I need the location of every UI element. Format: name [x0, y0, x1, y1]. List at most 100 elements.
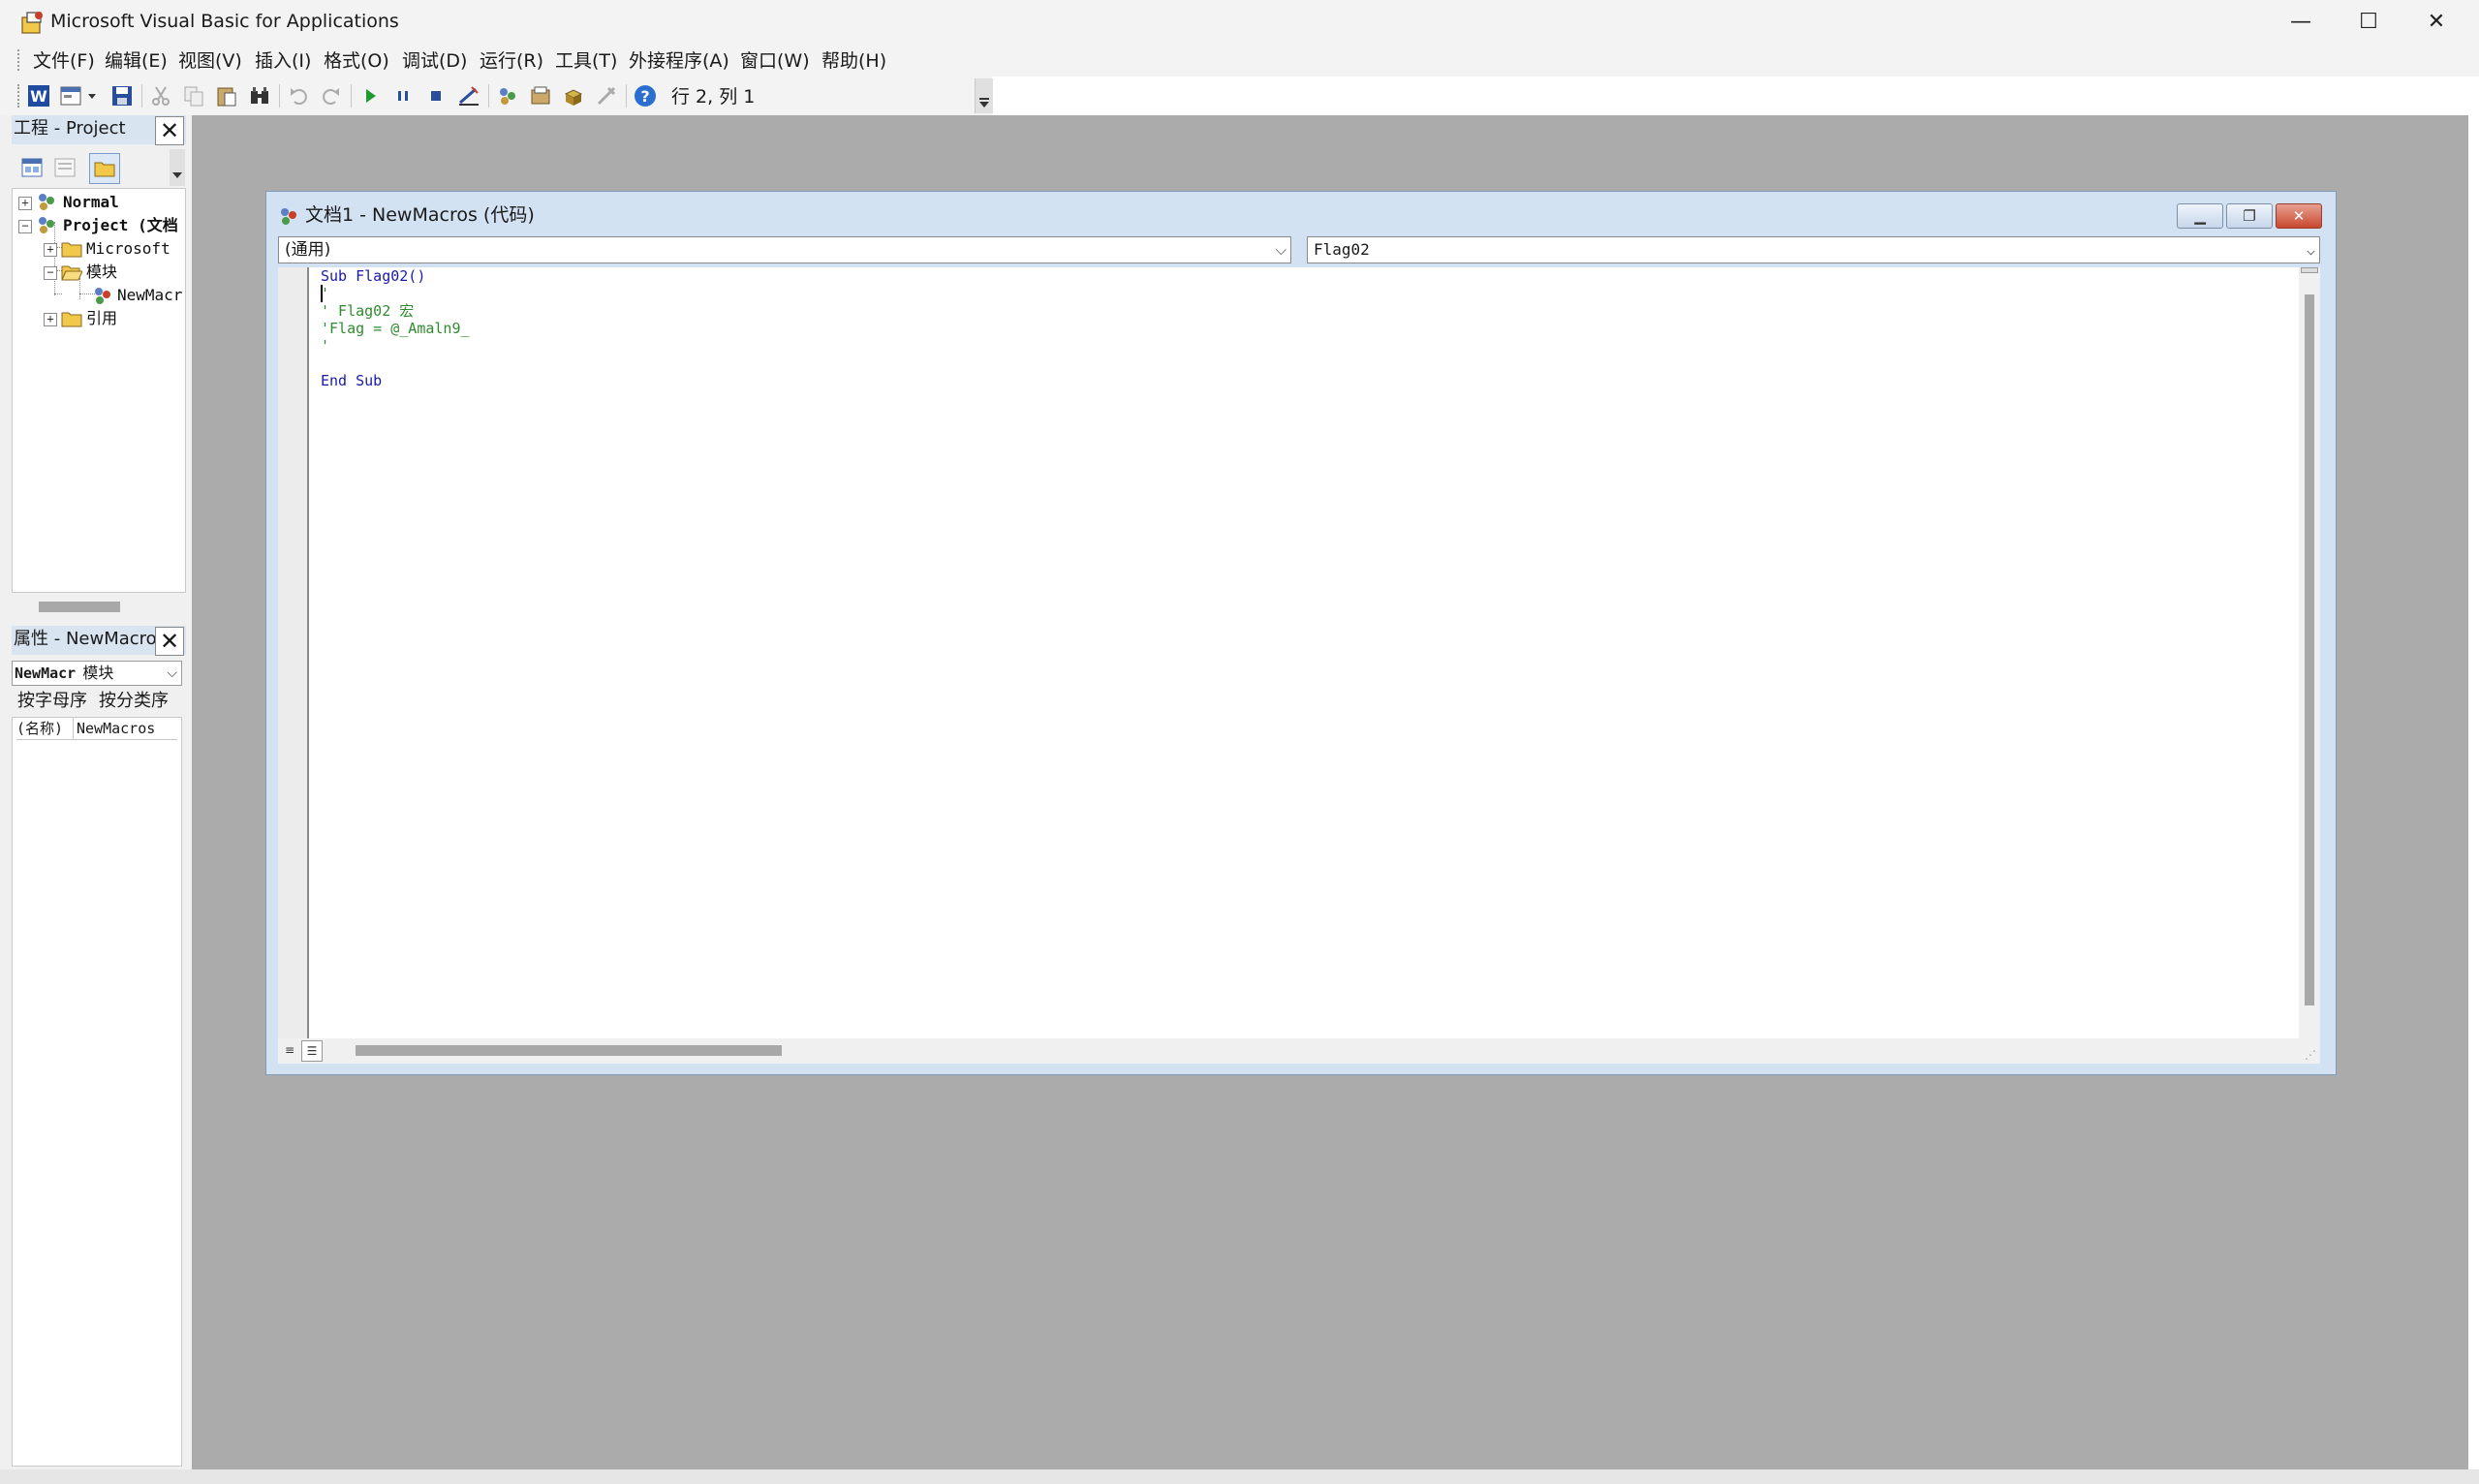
- menu-help[interactable]: 帮助(H): [821, 49, 886, 73]
- reset-icon[interactable]: [422, 82, 449, 109]
- code-margin-indicator-bar[interactable]: [278, 267, 309, 1038]
- svg-text:W: W: [30, 87, 47, 106]
- help-icon[interactable]: ?: [632, 82, 659, 109]
- code-horizontal-scrollbar-thumb[interactable]: [356, 1045, 782, 1056]
- tree-toggle[interactable]: +: [44, 313, 57, 326]
- project-explorer-icon[interactable]: [494, 82, 521, 109]
- vba-app-icon: [21, 12, 43, 34]
- code-window-restore-icon[interactable]: ❐: [2226, 203, 2273, 229]
- property-row[interactable]: (名称) NewMacros: [16, 718, 177, 740]
- full-module-view-icon[interactable]: ☰: [301, 1040, 323, 1062]
- tab-categorized[interactable]: 按分类序: [99, 688, 169, 715]
- save-icon[interactable]: [108, 82, 136, 109]
- menu-tools[interactable]: 工具(T): [555, 49, 617, 73]
- code-window-minimize-icon[interactable]: ▁: [2177, 203, 2223, 229]
- menu-bar: 文件(F) 编辑(E) 视图(V) 插入(I) 格式(O) 调试(D) 运行(R…: [0, 44, 2479, 77]
- view-object-icon[interactable]: [50, 153, 79, 182]
- properties-panel-close-icon[interactable]: ✕: [155, 627, 184, 656]
- minimize-button[interactable]: —: [2267, 0, 2335, 44]
- procedure-combo[interactable]: Flag02 ⌵: [1307, 236, 2320, 263]
- resize-grip-icon[interactable]: ⋰: [2305, 1048, 2316, 1062]
- properties-icon[interactable]: [527, 82, 554, 109]
- copy-icon[interactable]: [180, 82, 207, 109]
- undo-icon[interactable]: [285, 82, 312, 109]
- close-button[interactable]: ✕: [2402, 0, 2470, 44]
- code-window-close-icon[interactable]: ✕: [2276, 203, 2322, 229]
- menu-debug[interactable]: 调试(D): [402, 49, 467, 73]
- bottom-status-strip: [0, 1469, 2479, 1484]
- split-bar[interactable]: [2301, 267, 2318, 273]
- folder-icon: [61, 242, 82, 258]
- chevron-down-icon: ⌵: [167, 665, 177, 681]
- paste-icon[interactable]: [213, 82, 240, 109]
- menu-insert[interactable]: 插入(I): [255, 49, 311, 73]
- toolbar-separator: [279, 84, 280, 108]
- property-name: (名称): [16, 718, 74, 739]
- project-toolbar-overflow[interactable]: [170, 149, 185, 186]
- properties-object-select[interactable]: NewMacr 模块 ⌵: [12, 661, 182, 686]
- menu-file[interactable]: 文件(F): [33, 49, 95, 73]
- object-combo[interactable]: (通用) ⌵: [278, 236, 1291, 263]
- scrollbar-thumb[interactable]: [2305, 294, 2314, 1005]
- code-editor[interactable]: Sub Flag02() ' ' Flag02 宏 'Flag = @_Amal…: [309, 267, 2299, 1038]
- tree-toggle[interactable]: +: [44, 243, 57, 257]
- svg-text:?: ?: [640, 87, 649, 106]
- menu-view[interactable]: 视图(V): [178, 49, 242, 73]
- menu-addins[interactable]: 外接程序(A): [629, 49, 729, 73]
- procedure-view-icon[interactable]: ≡: [280, 1040, 299, 1060]
- tab-alphabetic[interactable]: 按字母序: [17, 688, 87, 715]
- code-line[interactable]: Sub Flag02(): [321, 267, 425, 285]
- tree-label: 引用: [86, 309, 118, 327]
- menu-grip[interactable]: [17, 49, 23, 71]
- tree-toggle[interactable]: +: [18, 197, 32, 210]
- menu-window[interactable]: 窗口(W): [740, 49, 810, 73]
- module-icon: [281, 208, 296, 225]
- menu-edit[interactable]: 编辑(E): [105, 49, 168, 73]
- toolbar-separator: [351, 84, 352, 108]
- module-icon: [95, 288, 110, 304]
- word-icon[interactable]: W: [25, 82, 52, 109]
- standard-toolbar: W ? 行 2, 列 1: [0, 77, 993, 115]
- cut-icon[interactable]: [147, 82, 174, 109]
- maximize-button[interactable]: ☐: [2335, 0, 2402, 44]
- tree-toggle[interactable]: −: [44, 266, 57, 280]
- tree-label: Project (文档: [63, 216, 178, 234]
- design-mode-icon[interactable]: [455, 82, 482, 109]
- toggle-folders-icon[interactable]: [89, 153, 120, 184]
- object-name: NewMacr: [15, 665, 77, 682]
- code-line[interactable]: End Sub: [321, 372, 382, 389]
- toolbar-separator: [141, 84, 142, 108]
- tree-label: Normal: [63, 193, 119, 211]
- redo-icon[interactable]: [318, 82, 345, 109]
- code-line[interactable]: ': [321, 337, 329, 355]
- toolbox-icon[interactable]: [593, 82, 620, 109]
- menu-run[interactable]: 运行(R): [480, 49, 543, 73]
- scrollbar-thumb[interactable]: [39, 602, 120, 612]
- code-vertical-scrollbar[interactable]: [2299, 267, 2320, 1038]
- properties-tabs: 按字母序 按分类序: [12, 688, 182, 717]
- project-horizontal-scrollbar[interactable]: [12, 593, 186, 620]
- view-code-icon[interactable]: [17, 153, 46, 182]
- object-browser-icon[interactable]: [560, 82, 587, 109]
- text-caret: [321, 285, 323, 302]
- break-icon[interactable]: [389, 82, 417, 109]
- tree-toggle[interactable]: −: [18, 220, 32, 233]
- find-icon[interactable]: [246, 82, 273, 109]
- toolbar-grip[interactable]: [17, 84, 23, 108]
- properties-panel-title: 属性 - NewMacros: [14, 629, 167, 649]
- code-line[interactable]: ' Flag02 宏: [321, 302, 414, 320]
- run-icon[interactable]: [356, 82, 384, 109]
- cursor-position: 行 2, 列 1: [671, 86, 756, 108]
- code-line[interactable]: 'Flag = @_Amaln9_: [321, 320, 470, 337]
- project-panel-close-icon[interactable]: ✕: [155, 116, 184, 145]
- properties-panel-header: 属性 - NewMacros ✕: [12, 626, 186, 656]
- object-type: 模块: [82, 664, 114, 682]
- project-panel-title: 工程 - Project: [14, 118, 126, 139]
- property-value[interactable]: NewMacros: [77, 718, 155, 739]
- window-title: Microsoft Visual Basic for Applications: [50, 11, 399, 32]
- toolbar-options-button[interactable]: [975, 78, 993, 113]
- insert-userform-icon[interactable]: [58, 82, 103, 109]
- folder-open-icon: [61, 265, 82, 281]
- chevron-down-icon: ⌵: [2306, 241, 2315, 259]
- menu-format[interactable]: 格式(O): [324, 49, 389, 73]
